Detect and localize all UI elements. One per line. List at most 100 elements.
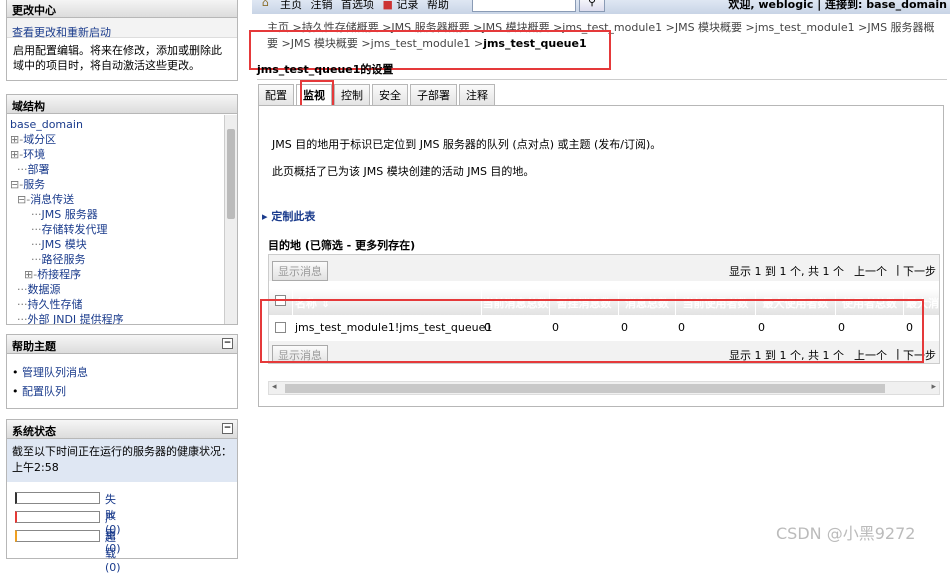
topbar-home-link[interactable]: 主页	[280, 0, 302, 11]
table-toolbar-top: 显示消息 显示 1 到 1 个, 共 1 个 上一个 | 下一步	[269, 255, 939, 281]
help-topics-panel: 帮助主题 − • 管理队列消息 • 配置队列	[6, 334, 238, 409]
annotation-box-tab	[300, 80, 334, 108]
topbar-help-link[interactable]: 帮助	[427, 0, 449, 11]
tree-connector-icon[interactable]: ⊞-	[10, 148, 23, 161]
tree-connector-icon[interactable]: ···	[10, 253, 42, 266]
domain-tree: base_domain ⊞-域分区 ⊞-环境 ···部署 ⊟-服务 ⊟-消息传送 ·…	[10, 117, 223, 324]
tree-node-link[interactable]: 路径服务	[41, 253, 85, 266]
prev-link[interactable]: 上一个	[854, 263, 887, 279]
top-toolbar: ⌂ 主页 注销 首选项 ■ 记录 帮助 ⚲ 欢迎, weblogic | 连接到…	[252, 0, 950, 14]
tree-connector-icon[interactable]: ···	[10, 313, 28, 324]
show-messages-button: 显示消息	[272, 261, 328, 281]
tree-node: ⊞-域分区	[10, 132, 223, 147]
tree-node-link[interactable]: 部署	[27, 163, 49, 176]
tree-node-link[interactable]: 数据源	[27, 283, 60, 296]
tab-control[interactable]: 控制	[334, 84, 370, 105]
tab-notes[interactable]: 注释	[459, 84, 495, 105]
tree-connector-icon[interactable]: ···	[10, 163, 28, 176]
scroll-right-icon[interactable]: ▸	[931, 382, 936, 392]
tab-security[interactable]: 安全	[372, 84, 408, 105]
tree-node-link[interactable]: 消息传送	[30, 193, 74, 206]
intro-text-2: 此页概括了已为该 JMS 模块创建的活动 JMS 目的地。	[272, 165, 535, 178]
topbar-record-link[interactable]: 记录	[396, 0, 418, 11]
tree-node-link[interactable]: JMS 模块	[41, 238, 86, 251]
change-center-description: 启用配置编辑。将来在修改，添加或删除此域中的项目时，将自动激活这些更改。	[13, 44, 222, 72]
tree-node: ···数据源	[10, 282, 223, 297]
tree-node: ⊟-服务	[10, 177, 223, 192]
collapse-icon[interactable]: −	[222, 423, 233, 434]
tree-node: ···存储转发代理	[10, 222, 223, 237]
welcome-text: 欢迎, weblogic	[728, 0, 814, 11]
tree-node: ···路径服务	[10, 252, 223, 267]
tree-node: ···外部 JNDI 提供程序	[10, 312, 223, 324]
home-icon: ⌂	[262, 0, 269, 9]
tree-scrollbar[interactable]	[224, 115, 237, 324]
domain-structure-title: 域结构	[7, 95, 237, 114]
left-sidebar: 更改中心 查看更改和重新启动 启用配置编辑。将来在修改，添加或删除此域中的项目时…	[0, 0, 248, 574]
tree-node: ⊟-消息传送	[10, 192, 223, 207]
change-center-panel: 更改中心 查看更改和重新启动 启用配置编辑。将来在修改，添加或删除此域中的项目时…	[6, 0, 238, 81]
connected-text: 连接到: base_domain	[825, 0, 947, 11]
tree-node-link[interactable]: 持久性存储	[27, 298, 82, 311]
scroll-left-icon[interactable]: ◂	[272, 382, 277, 392]
help-link-item: • 配置队列	[12, 385, 66, 398]
help-link-item: • 管理队列消息	[12, 366, 88, 379]
help-topics-title: 帮助主题 −	[7, 335, 237, 354]
main-content: ⌂ 主页 注销 首选项 ■ 记录 帮助 ⚲ 欢迎, weblogic | 连接到…	[249, 0, 950, 548]
table-title: 目的地 (已筛选 - 更多列存在)	[268, 239, 416, 252]
tree-connector-icon[interactable]: ···	[10, 223, 42, 236]
triangle-right-icon: ▸	[262, 210, 268, 223]
intro-text-1: JMS 目的地用于标识已定位到 JMS 服务器的队列 (点对点) 或主题 (发布…	[272, 138, 662, 151]
system-status-description: 截至以下时间正在运行的服务器的健康状况：上午2:58	[7, 439, 237, 482]
tree-node-link[interactable]: 服务	[23, 178, 45, 191]
customize-table-link[interactable]: 定制此表	[271, 210, 315, 223]
search-input[interactable]	[472, 0, 576, 12]
tree-node: ···JMS 服务器	[10, 207, 223, 222]
tab-bar: 配置 监视 控制 安全 子部署 注释	[258, 84, 497, 105]
next-link[interactable]: 下一步	[903, 263, 936, 279]
system-status-panel: 系统状态 − 截至以下时间正在运行的服务器的健康状况：上午2:58 失败 (0) …	[6, 419, 238, 574]
system-status-title: 系统状态 −	[7, 420, 237, 439]
tree-connector-icon[interactable]: ···	[10, 208, 42, 221]
collapse-icon[interactable]: −	[222, 338, 233, 349]
tab-subdeployment[interactable]: 子部署	[410, 84, 457, 105]
search-button[interactable]: ⚲	[579, 0, 605, 12]
tree-connector-icon[interactable]: ⊟-	[10, 178, 23, 191]
change-center-title: 更改中心	[7, 0, 237, 18]
record-icon: ■	[382, 0, 393, 11]
watermark: CSDN @小黑9272	[776, 524, 916, 543]
help-link-manage-queue[interactable]: 管理队列消息	[22, 366, 88, 379]
topbar-logout-link[interactable]: 注销	[311, 0, 333, 11]
pagination-text: 显示 1 到 1 个, 共 1 个	[729, 265, 844, 278]
tree-node-link[interactable]: 环境	[23, 148, 45, 161]
tree-root-base-domain[interactable]: base_domain	[10, 118, 83, 131]
tree-node-link[interactable]: JMS 服务器	[41, 208, 97, 221]
help-link-configure-queue[interactable]: 配置队列	[22, 385, 66, 398]
domain-structure-panel: 域结构 base_domain ⊞-域分区 ⊞-环境 ···部署 ⊟-服务 ⊟-消息…	[6, 94, 238, 325]
view-changes-link[interactable]: 查看更改和重新启动	[12, 26, 111, 39]
status-bar	[15, 511, 100, 523]
tree-connector-icon[interactable]: ⊞-	[10, 133, 23, 146]
horizontal-scroll-thumb[interactable]	[285, 384, 885, 393]
tree-connector-icon[interactable]: ···	[10, 238, 42, 251]
tree-node-link[interactable]: 外部 JNDI 提供程序	[27, 313, 123, 324]
tree-node: ···部署	[10, 162, 223, 177]
tree-node-link[interactable]: 域分区	[23, 133, 56, 146]
status-bar	[15, 492, 100, 504]
tree-connector-icon[interactable]: ···	[10, 298, 28, 311]
horizontal-scrollbar[interactable]: ◂ ▸	[268, 381, 940, 395]
tree-connector-icon[interactable]: ···	[10, 283, 28, 296]
annotation-box-table	[260, 299, 924, 363]
tab-configuration[interactable]: 配置	[258, 84, 294, 105]
status-bar	[15, 530, 100, 542]
page-title: jms_test_queue1的设置	[257, 61, 947, 80]
tree-connector-icon[interactable]: ⊟-	[10, 193, 30, 206]
tree-node-link[interactable]: 存储转发代理	[41, 223, 107, 236]
tree-node: ···持久性存储	[10, 297, 223, 312]
tree-connector-icon[interactable]: ⊞-	[10, 268, 37, 281]
tree-node: ···JMS 模块	[10, 237, 223, 252]
tree-node-link[interactable]: 桥接程序	[37, 268, 81, 281]
topbar-preferences-link[interactable]: 首选项	[341, 0, 374, 11]
tree-node: ⊞-环境	[10, 147, 223, 162]
tree-node: ⊞-桥接程序	[10, 267, 223, 282]
